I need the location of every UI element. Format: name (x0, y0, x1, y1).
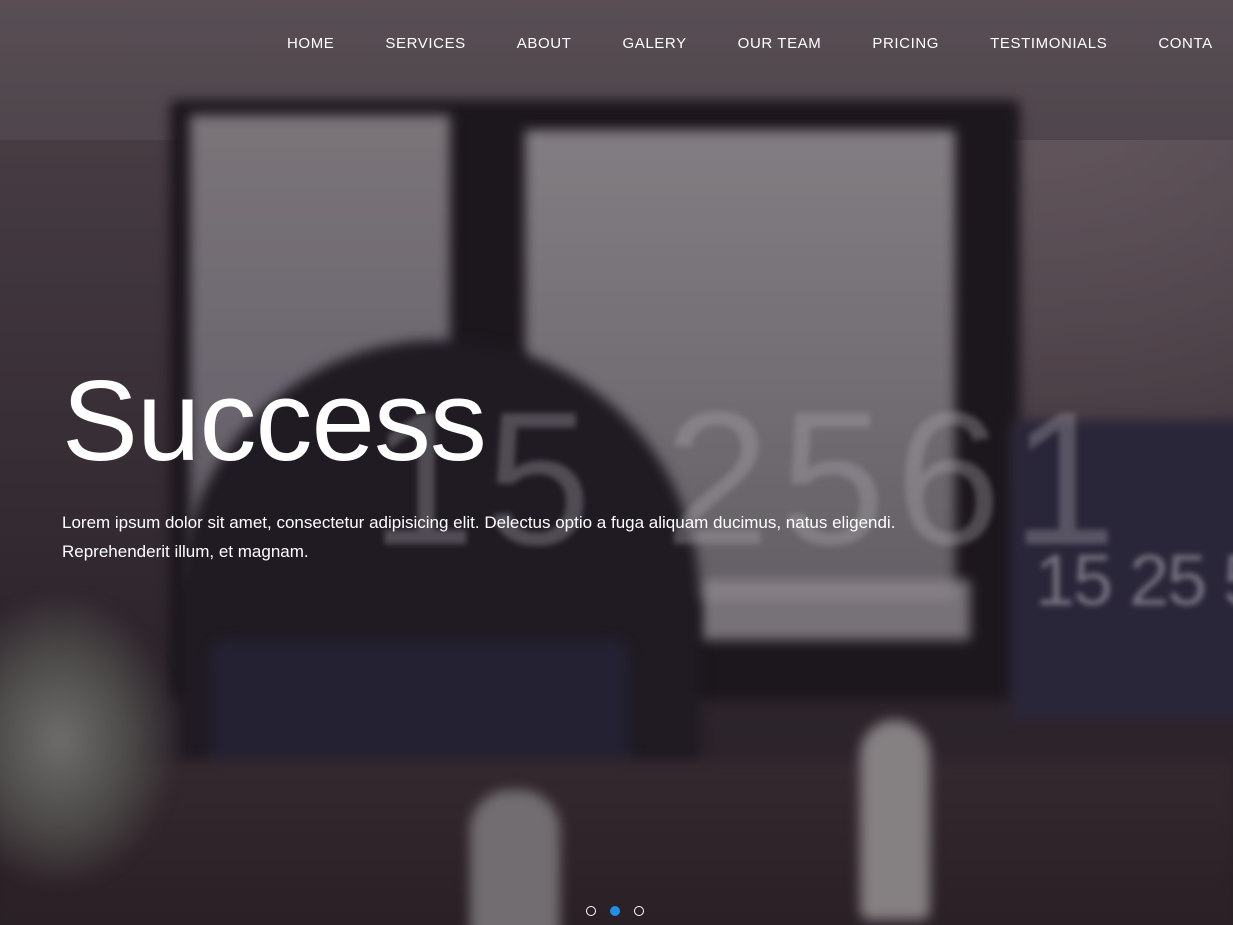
nav-item-pricing[interactable]: PRICING (872, 34, 939, 54)
nav-item-home[interactable]: HOME (287, 34, 334, 54)
nav-item-services[interactable]: SERVICES (385, 34, 465, 54)
slider-dots (586, 906, 644, 916)
hero-section: 15 25 5 15 2561 HOME SERVICES ABOUT GALE… (0, 0, 1233, 925)
hero-title: Success (62, 358, 487, 485)
main-nav: HOME SERVICES ABOUT GALERY OUR TEAM PRIC… (287, 34, 1233, 54)
nav-item-about[interactable]: ABOUT (517, 34, 572, 54)
slider-dot-2[interactable] (610, 906, 620, 916)
slider-dot-3[interactable] (634, 906, 644, 916)
hero-description: Lorem ipsum dolor sit amet, consectetur … (62, 513, 896, 561)
nav-item-our-team[interactable]: OUR TEAM (738, 34, 822, 54)
nav-item-testimonials[interactable]: TESTIMONIALS (990, 34, 1107, 54)
slider-dot-1[interactable] (586, 906, 596, 916)
nav-item-contact[interactable]: CONTA (1158, 34, 1212, 54)
nav-item-galery[interactable]: GALERY (622, 34, 686, 54)
